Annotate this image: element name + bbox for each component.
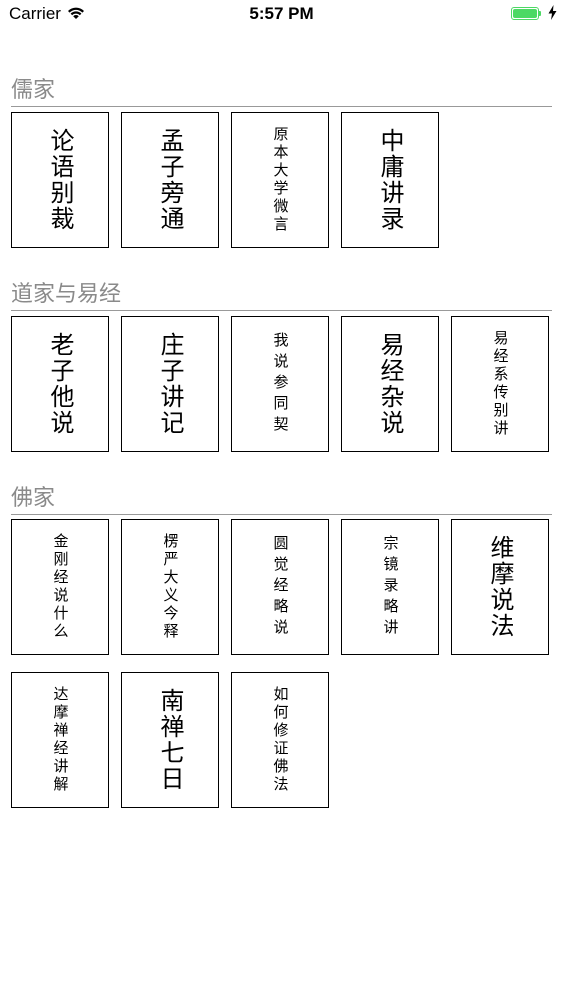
charging-bolt-icon (548, 5, 557, 20)
book-tile[interactable]: 维摩说法 (451, 519, 549, 655)
book-title: 金刚经说什么 (51, 533, 70, 641)
clock: 5:57 PM (249, 4, 314, 23)
book-tile[interactable]: 老子他说 (11, 316, 109, 452)
book-title: 庄子讲记 (156, 332, 184, 436)
book-tile[interactable]: 易经杂说 (341, 316, 439, 452)
section-header-rujia: 儒家 (11, 76, 552, 107)
section-header-fojia: 佛家 (11, 484, 552, 515)
book-tile[interactable]: 金刚经说什么 (11, 519, 109, 655)
battery-icon (511, 7, 543, 20)
book-title: 南禅七日 (156, 688, 184, 792)
book-title: 如何修证佛法 (271, 686, 290, 794)
book-tile[interactable]: 达摩禅经讲解 (11, 672, 109, 808)
book-tile[interactable]: 圆觉经略说 (231, 519, 329, 655)
book-tile[interactable]: 庄子讲记 (121, 316, 219, 452)
book-title: 易经杂说 (376, 332, 404, 436)
section-title: 佛家 (11, 486, 56, 511)
book-tile[interactable]: 宗镜录略讲 (341, 519, 439, 655)
book-title: 维摩说法 (486, 535, 514, 639)
book-tile[interactable]: 楞严大义今释 (121, 519, 219, 655)
book-tile[interactable]: 南禅七日 (121, 672, 219, 808)
section-title: 儒家 (11, 78, 56, 103)
book-tile[interactable]: 孟子旁通 (121, 112, 219, 248)
book-title: 达摩禅经讲解 (51, 686, 70, 794)
book-title: 易经系传别讲 (491, 330, 510, 438)
book-title: 楞严大义今释 (161, 533, 180, 641)
book-tile[interactable]: 原本大学微言 (231, 112, 329, 248)
book-tile[interactable]: 论语别裁 (11, 112, 109, 248)
book-tile[interactable]: 易经系传别讲 (451, 316, 549, 452)
section-header-daojia: 道家与易经 (11, 280, 552, 311)
book-title: 宗镜录略讲 (381, 534, 400, 640)
book-title: 中庸讲录 (376, 128, 404, 232)
book-title: 孟子旁通 (156, 128, 184, 232)
book-title: 论语别裁 (46, 128, 74, 232)
book-tile[interactable]: 我说参同契 (231, 316, 329, 452)
book-tile[interactable]: 如何修证佛法 (231, 672, 329, 808)
book-title: 原本大学微言 (271, 126, 290, 234)
book-title: 老子他说 (46, 332, 74, 436)
book-tile[interactable]: 中庸讲录 (341, 112, 439, 248)
book-title: 圆觉经略说 (271, 534, 290, 640)
book-title: 我说参同契 (271, 331, 290, 437)
status-bar: Carrier 5:57 PM (0, 0, 563, 30)
section-title: 道家与易经 (11, 282, 122, 307)
